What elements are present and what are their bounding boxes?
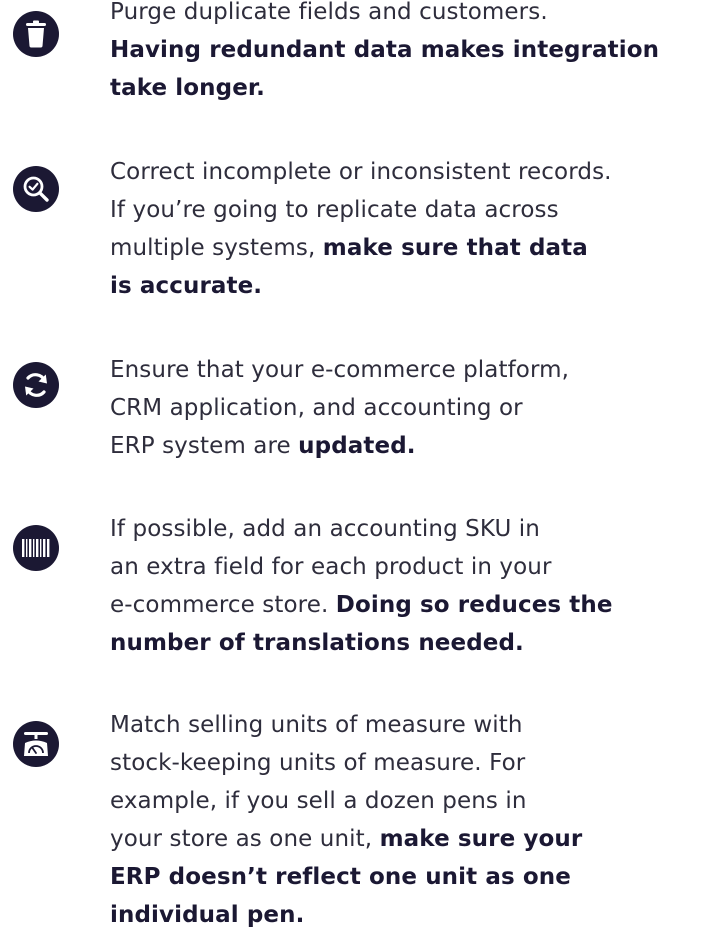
trash-icon [13,11,59,57]
magnifier-check-icon [13,166,59,212]
text-run: CRM application, and accounting or [110,395,523,421]
item-text: If possible, add an accounting SKU in an… [110,510,700,662]
text-line: ERP doesn’t reflect one unit as one [110,858,700,896]
text-line: multiple systems, make sure that data [110,229,700,267]
text-line: is accurate. [110,267,700,305]
text-line: CRM application, and accounting or [110,389,700,427]
text-run: Match selling units of measure with [110,712,523,738]
text-run: If possible, add an accounting SKU in [110,516,540,542]
text-run: ERP doesn’t reflect one unit as one [110,864,571,890]
scale-icon [13,721,59,767]
text-run: individual pen. [110,902,305,928]
text-line: Purge duplicate fields and customers. [110,0,700,31]
text-run: e-commerce store. [110,592,336,618]
text-line: If you’re going to replicate data across [110,191,700,229]
text-line: your store as one unit, make sure your [110,820,700,858]
text-run: an extra field for each product in your [110,554,552,580]
item-text: Match selling units of measure with stoc… [110,706,700,934]
text-run: make sure your [379,826,583,852]
item-text: Ensure that your e-commerce platform, CR… [110,351,700,465]
text-line: an extra field for each product in your [110,548,700,586]
text-run: Correct incomplete or inconsistent recor… [110,159,612,185]
text-line: individual pen. [110,896,700,934]
text-run: ERP system are [110,433,299,459]
text-line: example, if you sell a dozen pens in [110,782,700,820]
text-line: e-commerce store. Doing so reduces the [110,586,700,624]
text-run: Purge duplicate fields and customers. [110,0,548,25]
item-text: Correct incomplete or inconsistent recor… [110,153,700,305]
text-run: is accurate. [110,273,263,299]
tips-list: Purge duplicate fields and customers. Ha… [0,0,704,945]
text-line: stock-keeping units of measure. For [110,744,700,782]
barcode-icon [13,525,59,571]
text-run: multiple systems, [110,235,323,261]
text-run: Ensure that your e-commerce platform, [110,357,570,383]
text-line: ERP system are updated. [110,427,700,465]
text-run: Doing so reduces the [335,592,613,618]
text-line: Correct incomplete or inconsistent recor… [110,153,700,191]
text-run: number of translations needed. [110,630,524,656]
text-line: number of translations needed. [110,624,700,662]
text-run: example, if you sell a dozen pens in [110,788,527,814]
item-text: Purge duplicate fields and customers. Ha… [110,0,700,107]
text-run: If you’re going to replicate data across [110,197,559,223]
text-run: stock-keeping units of measure. For [110,750,526,776]
text-run: take longer. [110,75,265,101]
text-line: Having redundant data makes integration [110,31,700,69]
text-run: updated. [298,433,416,459]
text-run: Having redundant data makes integration [110,37,660,63]
text-run: your store as one unit, [110,826,380,852]
text-line: Match selling units of measure with [110,706,700,744]
text-line: Ensure that your e-commerce platform, [110,351,700,389]
text-line: If possible, add an accounting SKU in [110,510,700,548]
sync-icon [13,362,59,408]
text-run: make sure that data [322,235,588,261]
text-line: take longer. [110,69,700,107]
